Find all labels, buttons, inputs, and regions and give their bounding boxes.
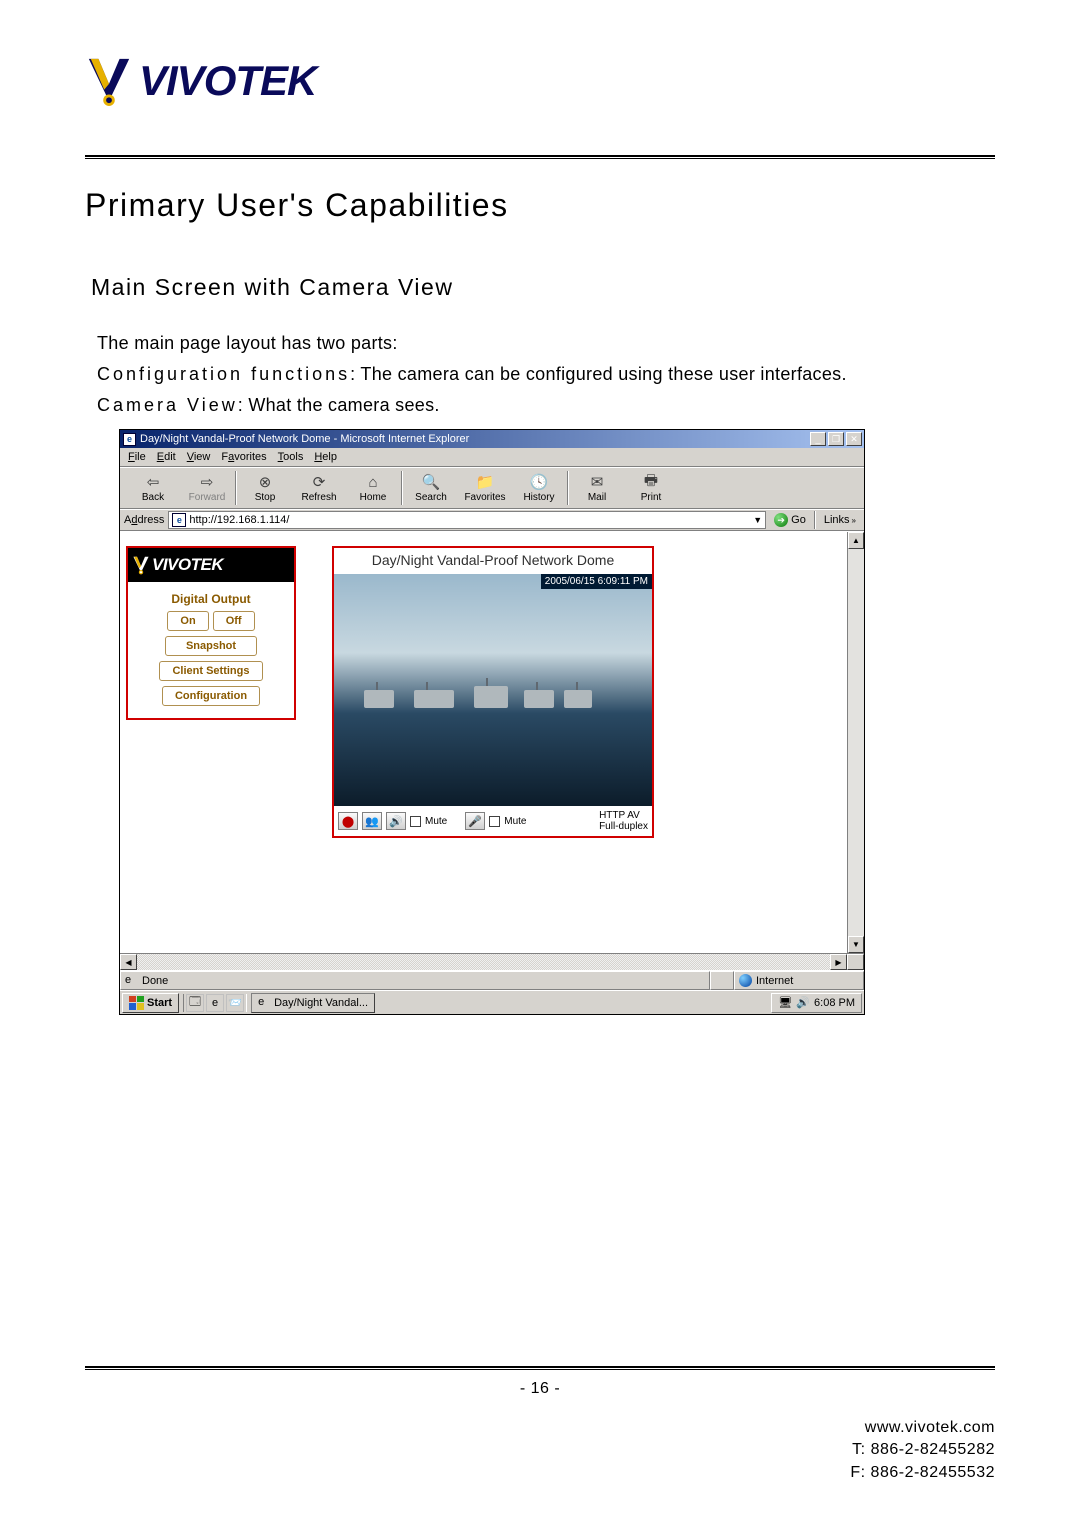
- stream-status: HTTP AV Full-duplex: [599, 810, 648, 832]
- address-input[interactable]: e http://192.168.1.114/ ▼: [168, 511, 766, 529]
- tray-clock: 6:08 PM: [814, 997, 855, 1009]
- favorites-button[interactable]: 📁Favorites: [458, 468, 512, 508]
- panel-logo: VIVOTEK: [128, 548, 294, 582]
- camera-title: Day/Night Vandal-Proof Network Dome: [334, 548, 652, 574]
- section-title: Main Screen with Camera View: [91, 274, 995, 301]
- speaker-icon[interactable]: 🔊: [386, 812, 406, 830]
- camera-view-panel: Day/Night Vandal-Proof Network Dome 2005…: [332, 546, 654, 838]
- doc-header: VIVOTEK: [85, 55, 995, 107]
- status-text: Done: [142, 975, 168, 987]
- address-value: http://192.168.1.114/: [189, 514, 289, 526]
- tray-icon[interactable]: 🖥: [778, 996, 792, 1009]
- video-timestamp: 2005/06/15 6:09:11 PM: [541, 574, 652, 589]
- menu-favorites[interactable]: Favorites: [221, 451, 266, 463]
- browser-viewport: VIVOTEK Digital Output On Off Snapshot C…: [120, 531, 864, 953]
- print-button[interactable]: 🖶Print: [624, 468, 678, 508]
- menu-edit[interactable]: Edit: [157, 451, 176, 463]
- close-button[interactable]: ✕: [846, 432, 862, 446]
- body-term: Camera View: [97, 395, 238, 415]
- ql-ie-icon[interactable]: e: [206, 994, 224, 1012]
- ie-icon: e: [123, 433, 136, 446]
- stop-button[interactable]: ⊗Stop: [238, 468, 292, 508]
- brand-logo-icon: [132, 554, 150, 576]
- digital-output-off-button[interactable]: Off: [213, 611, 255, 631]
- system-tray: 🖥 🔊 6:08 PM: [771, 993, 862, 1013]
- forward-button[interactable]: ⇨Forward: [180, 468, 234, 508]
- body-line: Configuration functions: The camera can …: [97, 360, 995, 389]
- address-bar: Address e http://192.168.1.114/ ▼ ➔Go Li…: [120, 509, 864, 531]
- video-controls: ⬤ 👥 🔊 Mute 🎤 Mute HTTP AV Full-duplex: [334, 806, 652, 836]
- status-bar: e Done Internet: [120, 970, 864, 990]
- digital-output-label: Digital Output: [171, 592, 250, 606]
- maximize-button[interactable]: ❐: [828, 432, 844, 446]
- digital-output-on-button[interactable]: On: [167, 611, 208, 631]
- window-titlebar: e Day/Night Vandal-Proof Network Dome - …: [120, 430, 864, 448]
- body-paragraph: The main page layout has two parts: Conf…: [97, 329, 995, 419]
- body-line: Camera View: What the camera sees.: [97, 391, 995, 420]
- history-button[interactable]: 🕓History: [512, 468, 566, 508]
- ql-desktop-icon[interactable]: 🗔: [186, 994, 204, 1012]
- snapshot-button[interactable]: Snapshot: [165, 636, 257, 656]
- footer-fax: F: 886-2-82455532: [850, 1462, 995, 1484]
- menu-view[interactable]: View: [187, 451, 211, 463]
- links-button[interactable]: Links»: [820, 511, 860, 529]
- client-settings-button[interactable]: Client Settings: [159, 661, 262, 681]
- home-button[interactable]: ⌂Home: [346, 468, 400, 508]
- page-number: - 16 -: [85, 1380, 995, 1398]
- body-term: Configuration functions: [97, 364, 350, 384]
- brand-name: VIVOTEK: [152, 555, 223, 575]
- footer-tel: T: 886-2-82455282: [850, 1439, 995, 1461]
- ie-icon: e: [258, 996, 271, 1009]
- browser-window: e Day/Night Vandal-Proof Network Dome - …: [119, 429, 865, 1015]
- brand-name: VIVOTEK: [139, 57, 316, 105]
- mute-speaker-label: Mute: [425, 816, 447, 827]
- mute-speaker-checkbox[interactable]: [410, 816, 421, 827]
- video-feed: 2005/06/15 6:09:11 PM: [334, 574, 652, 806]
- divider: [85, 1366, 995, 1370]
- globe-icon: [739, 974, 752, 987]
- menu-help[interactable]: Help: [314, 451, 337, 463]
- people-icon[interactable]: 👥: [362, 812, 382, 830]
- divider: [85, 155, 995, 159]
- go-button[interactable]: ➔Go: [770, 511, 810, 529]
- minimize-button[interactable]: _: [810, 432, 826, 446]
- zone-text: Internet: [756, 975, 793, 987]
- body-text: : The camera can be configured using the…: [350, 364, 847, 384]
- page-icon: e: [125, 974, 138, 987]
- window-title: Day/Night Vandal-Proof Network Dome - Mi…: [140, 433, 469, 445]
- brand-logo-icon: [85, 55, 133, 107]
- toolbar: ⇦Back ⇨Forward ⊗Stop ⟳Refresh ⌂Home 🔍Sea…: [120, 467, 864, 509]
- config-panel: VIVOTEK Digital Output On Off Snapshot C…: [126, 546, 296, 720]
- horizontal-scrollbar[interactable]: ◀▶: [120, 953, 864, 970]
- vertical-scrollbar[interactable]: ▲▼: [847, 532, 864, 953]
- footer: www.vivotek.com T: 886-2-82455282 F: 886…: [850, 1417, 995, 1484]
- start-button[interactable]: Start: [122, 993, 179, 1013]
- mute-mic-checkbox[interactable]: [489, 816, 500, 827]
- taskbar-task[interactable]: e Day/Night Vandal...: [251, 993, 375, 1013]
- mute-mic-label: Mute: [504, 816, 526, 827]
- quick-launch: 🗔 e 📨: [183, 994, 247, 1012]
- ql-outlook-icon[interactable]: 📨: [226, 994, 244, 1012]
- mail-button[interactable]: ✉Mail: [570, 468, 624, 508]
- body-line: The main page layout has two parts:: [97, 329, 995, 358]
- tray-icon[interactable]: 🔊: [796, 996, 810, 1009]
- refresh-button[interactable]: ⟳Refresh: [292, 468, 346, 508]
- menu-bar: File Edit View Favorites Tools Help: [120, 448, 864, 467]
- mic-icon[interactable]: 🎤: [465, 812, 485, 830]
- menu-file[interactable]: File: [128, 451, 146, 463]
- configuration-button[interactable]: Configuration: [162, 686, 260, 706]
- body-text: : What the camera sees.: [238, 395, 440, 415]
- address-label: Address: [124, 514, 164, 526]
- taskbar: Start 🗔 e 📨 e Day/Night Vandal... 🖥 🔊 6:…: [120, 990, 864, 1014]
- search-button[interactable]: 🔍Search: [404, 468, 458, 508]
- page-title: Primary User's Capabilities: [85, 187, 995, 224]
- windows-icon: [129, 996, 144, 1010]
- record-icon[interactable]: ⬤: [338, 812, 358, 830]
- footer-url: www.vivotek.com: [850, 1417, 995, 1439]
- back-button[interactable]: ⇦Back: [126, 468, 180, 508]
- menu-tools[interactable]: Tools: [278, 451, 304, 463]
- page-icon: e: [172, 513, 186, 527]
